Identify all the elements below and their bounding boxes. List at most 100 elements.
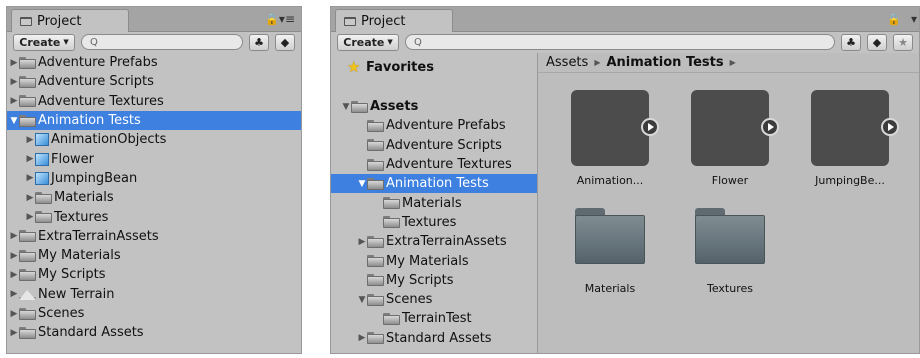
expanded-arrow-icon[interactable]: ▼ bbox=[357, 295, 367, 305]
folder-icon bbox=[695, 208, 765, 264]
asset-prefab-tile[interactable]: JumpingBe... bbox=[800, 90, 900, 187]
tree-item[interactable]: TerrainTest bbox=[331, 309, 537, 328]
tab-title: Project bbox=[361, 13, 406, 29]
collapsed-arrow-icon[interactable]: ▶ bbox=[357, 237, 367, 247]
tree-item[interactable]: ▶ AnimationObjects bbox=[7, 130, 301, 149]
collapsed-arrow-icon[interactable]: ▶ bbox=[9, 231, 19, 241]
tree-item-label: Animation Tests bbox=[386, 176, 489, 192]
folder-icon bbox=[367, 177, 384, 190]
tree-item[interactable]: My Materials bbox=[331, 251, 537, 270]
collapsed-arrow-icon[interactable]: ▶ bbox=[9, 77, 19, 87]
panel-menu-icon[interactable]: ▾ bbox=[911, 12, 917, 26]
prefab-preview-thumbnail bbox=[811, 90, 899, 166]
collapsed-arrow-icon[interactable]: ▶ bbox=[357, 333, 367, 343]
collapsed-arrow-icon[interactable]: ▶ bbox=[9, 309, 19, 319]
search-input[interactable]: Q bbox=[81, 34, 243, 50]
tree-item-label: Textures bbox=[402, 214, 457, 230]
folder-icon bbox=[367, 119, 384, 132]
asset-folder-tile[interactable]: Textures bbox=[680, 208, 780, 295]
tree-item[interactable]: ▼ Assets bbox=[331, 97, 537, 116]
collapsed-arrow-icon[interactable]: ▶ bbox=[25, 193, 35, 203]
expanded-arrow-icon[interactable]: ▼ bbox=[341, 102, 351, 112]
asset-tree: ▶ Adventure Prefabs ▶ Adventure Scripts ▶ Adv… bbox=[7, 53, 301, 342]
tree-item[interactable]: ▼ Animation Tests bbox=[331, 174, 537, 194]
tab-project[interactable]: Project bbox=[11, 9, 129, 32]
tab-project[interactable]: Project bbox=[335, 9, 453, 32]
collapsed-arrow-icon[interactable]: ▶ bbox=[25, 135, 35, 145]
tree-item[interactable]: ▶ Adventure Prefabs bbox=[7, 53, 301, 72]
tree-item[interactable]: ▶ ExtraTerrainAssets bbox=[7, 227, 301, 246]
label-tag-icon: ◆ bbox=[280, 35, 290, 49]
filter-by-type-button[interactable]: ♣ bbox=[249, 33, 269, 51]
terrain-icon bbox=[19, 288, 36, 301]
lock-icon[interactable]: 🔒 bbox=[265, 13, 279, 26]
filter-by-label-button[interactable]: ◆ bbox=[867, 33, 887, 51]
asset-browser: Assets ▶ Animation Tests ▶ Animation... F… bbox=[538, 53, 919, 353]
breadcrumb-root[interactable]: Assets bbox=[546, 55, 588, 70]
filter-by-type-button[interactable]: ♣ bbox=[841, 33, 861, 51]
tree-item-label: Textures bbox=[54, 209, 109, 225]
lock-icon[interactable]: 🔒 bbox=[887, 13, 901, 26]
prefab-preview-thumbnail bbox=[691, 90, 779, 166]
search-input[interactable]: Q bbox=[405, 34, 835, 50]
tree-item[interactable]: Materials bbox=[331, 193, 537, 212]
tree-item-label: TerrainTest bbox=[402, 311, 472, 327]
tree-item[interactable]: ▶ New Terrain bbox=[7, 285, 301, 304]
tree-item[interactable]: ▶ Flower bbox=[7, 149, 301, 168]
collapsed-arrow-icon[interactable]: ▶ bbox=[9, 328, 19, 338]
tree-item[interactable]: Adventure Prefabs bbox=[331, 116, 537, 135]
asset-label: JumpingBe... bbox=[815, 174, 885, 187]
favorites-button[interactable]: ★ bbox=[893, 33, 913, 51]
collapsed-arrow-icon[interactable]: ▶ bbox=[25, 212, 35, 222]
project-panel-two-column: Project 🔒 ▾ Create ▼ Q ♣ ◆ ★ ★ Favorites… bbox=[330, 6, 920, 354]
tree-item-label: Flower bbox=[51, 151, 95, 167]
breadcrumb-current[interactable]: Animation Tests bbox=[606, 55, 723, 70]
expanded-arrow-icon[interactable]: ▼ bbox=[357, 179, 367, 189]
star-icon: ★ bbox=[898, 35, 908, 49]
asset-folder-tile[interactable]: Materials bbox=[560, 208, 660, 295]
collapsed-arrow-icon[interactable]: ▶ bbox=[9, 96, 19, 106]
tree-item[interactable]: Adventure Scripts bbox=[331, 136, 537, 155]
dropdown-arrow-icon: ▼ bbox=[63, 38, 69, 46]
collapsed-arrow-icon[interactable]: ▶ bbox=[9, 58, 19, 68]
prefab-icon bbox=[35, 171, 49, 185]
tree-item[interactable]: ▶ JumpingBean bbox=[7, 169, 301, 188]
collapsed-arrow-icon[interactable]: ▶ bbox=[9, 270, 19, 280]
tree-item[interactable]: ▶ My Scripts bbox=[7, 265, 301, 284]
tree-item[interactable]: ▼ Scenes bbox=[331, 290, 537, 309]
favorites-header[interactable]: ★ Favorites bbox=[331, 55, 537, 79]
filter-by-label-button[interactable]: ◆ bbox=[275, 33, 295, 51]
collapsed-arrow-icon[interactable]: ▶ bbox=[25, 154, 35, 164]
play-icon[interactable] bbox=[761, 118, 779, 136]
tree-item[interactable]: ▶ Scenes bbox=[7, 304, 301, 323]
tree-item[interactable]: ▶ Standard Assets bbox=[331, 329, 537, 348]
tree-item[interactable]: ▶ Textures bbox=[7, 207, 301, 226]
tree-item[interactable]: My Scripts bbox=[331, 271, 537, 290]
tree-item[interactable]: ▶ Standard Assets bbox=[7, 323, 301, 342]
tab-title: Project bbox=[37, 13, 82, 29]
tree-item[interactable]: Textures bbox=[331, 213, 537, 232]
tree-item[interactable]: ▶ ExtraTerrainAssets bbox=[331, 232, 537, 251]
panel-menu-icon[interactable]: ▾≡ bbox=[279, 12, 295, 26]
tree-item-label: Standard Assets bbox=[386, 330, 492, 346]
collapsed-arrow-icon[interactable]: ▶ bbox=[9, 289, 19, 299]
collapsed-arrow-icon[interactable]: ▶ bbox=[9, 251, 19, 261]
tree-item[interactable]: ▶ Adventure Textures bbox=[7, 92, 301, 111]
tree-item[interactable]: ▼ Animation Tests bbox=[7, 110, 301, 131]
folder-icon bbox=[367, 235, 384, 248]
collapsed-arrow-icon[interactable]: ▶ bbox=[25, 173, 35, 183]
tree-item[interactable]: ▶ Materials bbox=[7, 188, 301, 207]
play-icon[interactable] bbox=[641, 118, 659, 136]
create-button[interactable]: Create ▼ bbox=[337, 33, 399, 51]
search-icon: Q bbox=[90, 36, 98, 48]
tree-item[interactable]: ▶ My Materials bbox=[7, 246, 301, 265]
folder-icon bbox=[19, 230, 36, 243]
play-icon[interactable] bbox=[881, 118, 899, 136]
tree-item[interactable]: ▶ Adventure Scripts bbox=[7, 72, 301, 91]
asset-prefab-tile[interactable]: Flower bbox=[680, 90, 780, 187]
create-button[interactable]: Create ▼ bbox=[13, 33, 75, 51]
folder-icon bbox=[383, 312, 400, 325]
expanded-arrow-icon[interactable]: ▼ bbox=[9, 116, 19, 126]
asset-prefab-tile[interactable]: Animation... bbox=[560, 90, 660, 187]
tree-item[interactable]: Adventure Textures bbox=[331, 155, 537, 174]
